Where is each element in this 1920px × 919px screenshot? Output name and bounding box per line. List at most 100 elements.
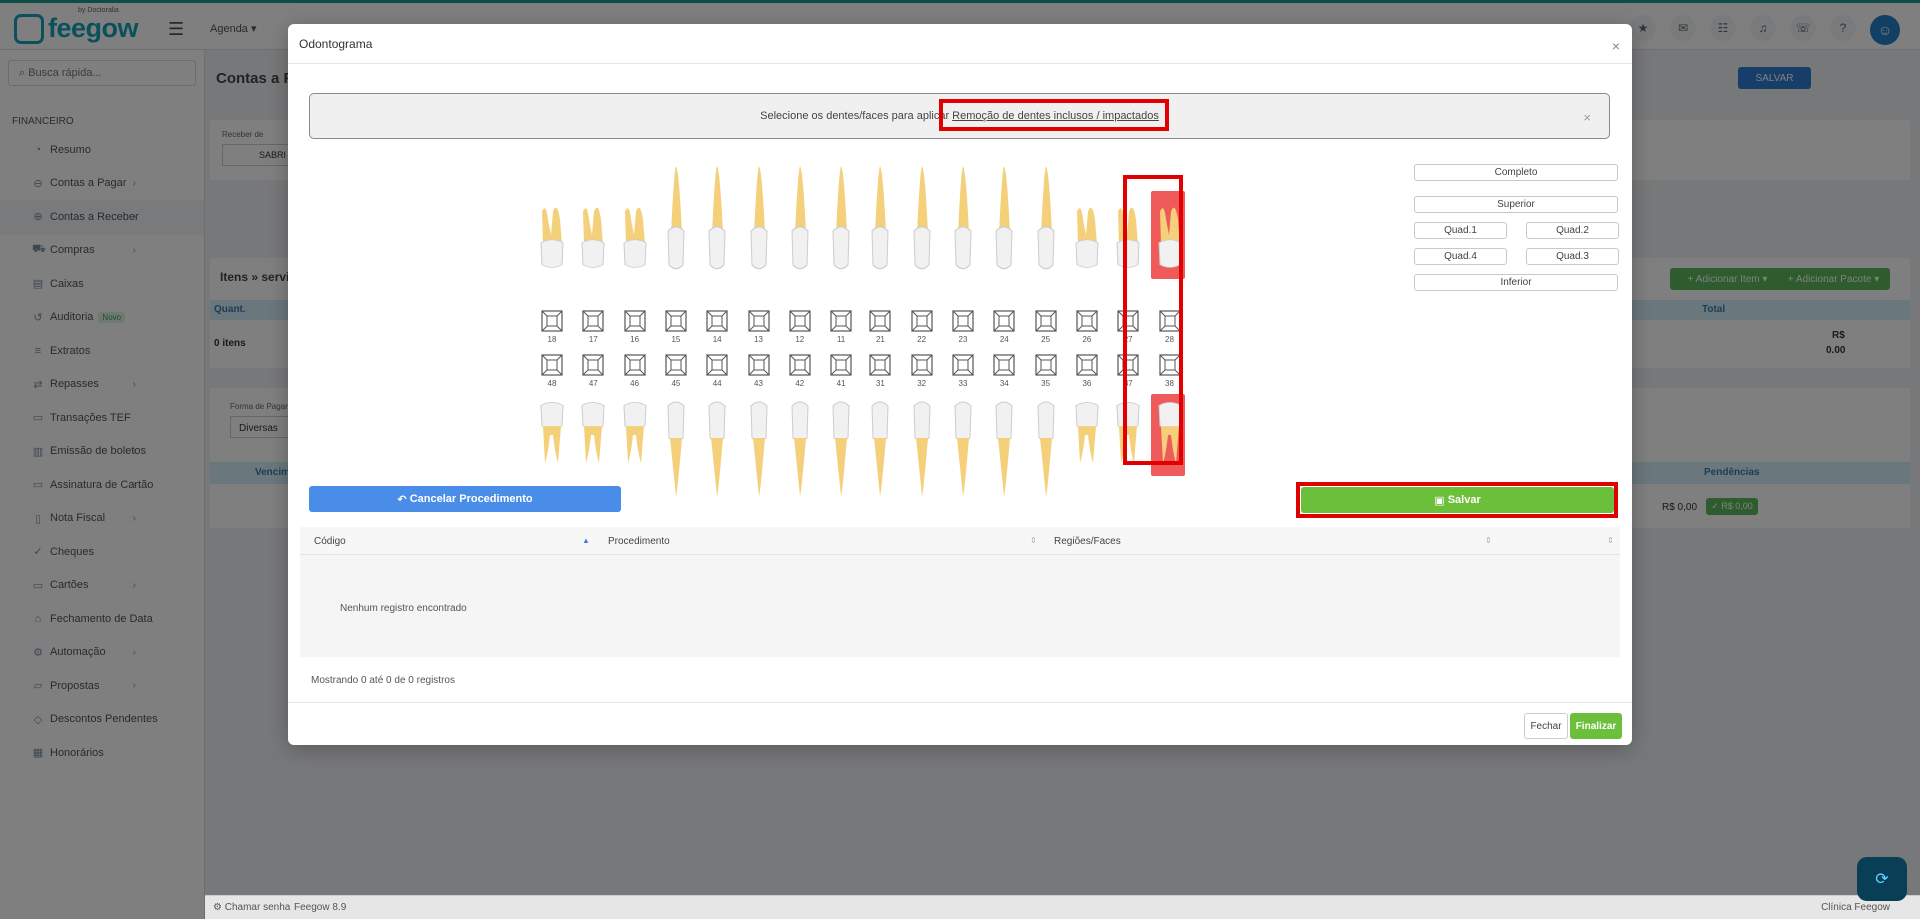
tooth-faces-31[interactable] [869, 354, 891, 376]
tooth-36[interactable] [1073, 398, 1101, 472]
col-regioes[interactable]: Regiões/Faces [1054, 527, 1121, 555]
modal-title: Odontograma [299, 37, 373, 51]
version-label: Feegow 8.9 [294, 902, 347, 913]
tooth-number: 14 [712, 335, 722, 344]
tooth-faces-13[interactable] [747, 310, 770, 332]
col-codigo[interactable]: Código [314, 527, 346, 555]
tooth-faces-36[interactable] [1076, 354, 1098, 376]
tooth-number: 17 [588, 335, 598, 344]
tooth-13[interactable] [745, 164, 773, 276]
tooth-41[interactable] [827, 398, 855, 498]
finalize-button[interactable]: Finalizar [1570, 713, 1622, 739]
odontogram-modal: Odontograma × Selecione os dentes/faces … [288, 24, 1632, 745]
col-procedimento[interactable]: Procedimento [608, 527, 670, 555]
tooth-faces-24[interactable] [993, 310, 1015, 332]
tooth-faces-11[interactable] [830, 310, 852, 332]
sort-icon[interactable]: ⇕ [1485, 536, 1492, 545]
tooth-faces-26[interactable] [1076, 310, 1098, 332]
tooth-number: 12 [795, 335, 805, 344]
tooth-number: 42 [795, 379, 805, 388]
tooth-faces-16[interactable] [623, 310, 646, 332]
tooth-faces-47[interactable] [582, 354, 604, 376]
tooth-33[interactable] [949, 398, 977, 498]
alert-close-icon[interactable]: × [1583, 110, 1591, 125]
empty-message: Nenhum registro encontrado [340, 603, 467, 614]
tooth-faces-21[interactable] [869, 310, 891, 332]
select-upper-button[interactable]: Superior [1414, 196, 1618, 213]
tooth-15[interactable] [662, 164, 690, 276]
tooth-48[interactable] [538, 398, 566, 472]
undo-icon: ↶ [397, 493, 410, 506]
tooth-42[interactable] [786, 398, 814, 498]
tooth-18[interactable] [538, 196, 566, 274]
tooth-46[interactable] [621, 398, 649, 472]
sort-icon[interactable]: ⇕ [1607, 536, 1614, 545]
tooth-faces-42[interactable] [789, 354, 811, 376]
tooth-32[interactable] [908, 398, 936, 498]
tooth-24[interactable] [990, 164, 1018, 276]
tooth-23[interactable] [949, 164, 977, 276]
tooth-faces-18[interactable] [541, 310, 563, 332]
close-icon[interactable]: × [1612, 38, 1620, 54]
select-complete-button[interactable]: Completo [1414, 164, 1618, 181]
tooth-faces-43[interactable] [747, 354, 770, 376]
tooth-25[interactable] [1032, 164, 1060, 276]
tooth-21[interactable] [866, 164, 894, 276]
status-bar: ⚙ Chamar senha Feegow 8.9 Clínica Feegow [205, 895, 1920, 919]
tooth-faces-22[interactable] [911, 310, 933, 332]
tooth-number: 48 [547, 379, 557, 388]
tooth-faces-33[interactable] [952, 354, 974, 376]
selected-column-highlight [1123, 175, 1183, 465]
tooth-47[interactable] [579, 398, 607, 472]
chat-widget-button[interactable]: ⟳ [1857, 857, 1907, 901]
tooth-26[interactable] [1073, 196, 1101, 274]
tooth-14[interactable] [703, 164, 731, 276]
tooth-faces-48[interactable] [541, 354, 563, 376]
gear-icon: ⚙ [213, 902, 225, 913]
tooth-number: 41 [836, 379, 846, 388]
tooth-22[interactable] [908, 164, 936, 276]
tooth-17[interactable] [579, 196, 607, 274]
select-quad4-button[interactable]: Quad.4 [1414, 248, 1507, 265]
sort-asc-icon[interactable]: ▲ [582, 536, 590, 545]
tooth-34[interactable] [990, 398, 1018, 498]
tooth-faces-44[interactable] [706, 354, 728, 376]
tooth-number: 15 [671, 335, 681, 344]
tooth-faces-14[interactable] [706, 310, 728, 332]
select-lower-button[interactable]: Inferior [1414, 274, 1618, 291]
tooth-faces-45[interactable] [665, 354, 687, 376]
tooth-31[interactable] [866, 398, 894, 498]
call-ticket-button[interactable]: ⚙ Chamar senha [213, 902, 290, 913]
tooth-faces-25[interactable] [1034, 310, 1057, 332]
tooth-faces-41[interactable] [830, 354, 852, 376]
tooth-number: 35 [1041, 379, 1051, 388]
tooth-faces-15[interactable] [665, 310, 687, 332]
tooth-number: 33 [958, 379, 968, 388]
tooth-43[interactable] [745, 398, 773, 498]
tooth-faces-32[interactable] [911, 354, 933, 376]
tooth-44[interactable] [703, 398, 731, 498]
tooth-16[interactable] [621, 196, 649, 274]
tooth-11[interactable] [827, 164, 855, 276]
table-info: Mostrando 0 até 0 de 0 registros [311, 675, 455, 686]
save-highlight [1296, 482, 1618, 518]
tooth-12[interactable] [786, 164, 814, 276]
tooth-number: 43 [754, 379, 763, 388]
tooth-faces-12[interactable] [789, 310, 811, 332]
tooth-45[interactable] [662, 398, 690, 498]
tooth-number: 44 [712, 379, 722, 388]
tooth-faces-34[interactable] [993, 354, 1015, 376]
tooth-faces-23[interactable] [952, 310, 974, 332]
tooth-faces-17[interactable] [582, 310, 604, 332]
tooth-35[interactable] [1032, 398, 1060, 498]
close-button[interactable]: Fechar [1524, 713, 1568, 739]
select-quad2-button[interactable]: Quad.2 [1526, 222, 1619, 239]
cancel-procedure-button[interactable]: ↶ Cancelar Procedimento [309, 486, 621, 512]
tooth-number: 11 [836, 335, 846, 344]
select-quad1-button[interactable]: Quad.1 [1414, 222, 1507, 239]
tooth-faces-35[interactable] [1034, 354, 1057, 376]
sort-icon[interactable]: ⇕ [1030, 536, 1037, 545]
procedure-highlight [939, 99, 1169, 131]
tooth-faces-46[interactable] [623, 354, 646, 376]
select-quad3-button[interactable]: Quad.3 [1526, 248, 1619, 265]
